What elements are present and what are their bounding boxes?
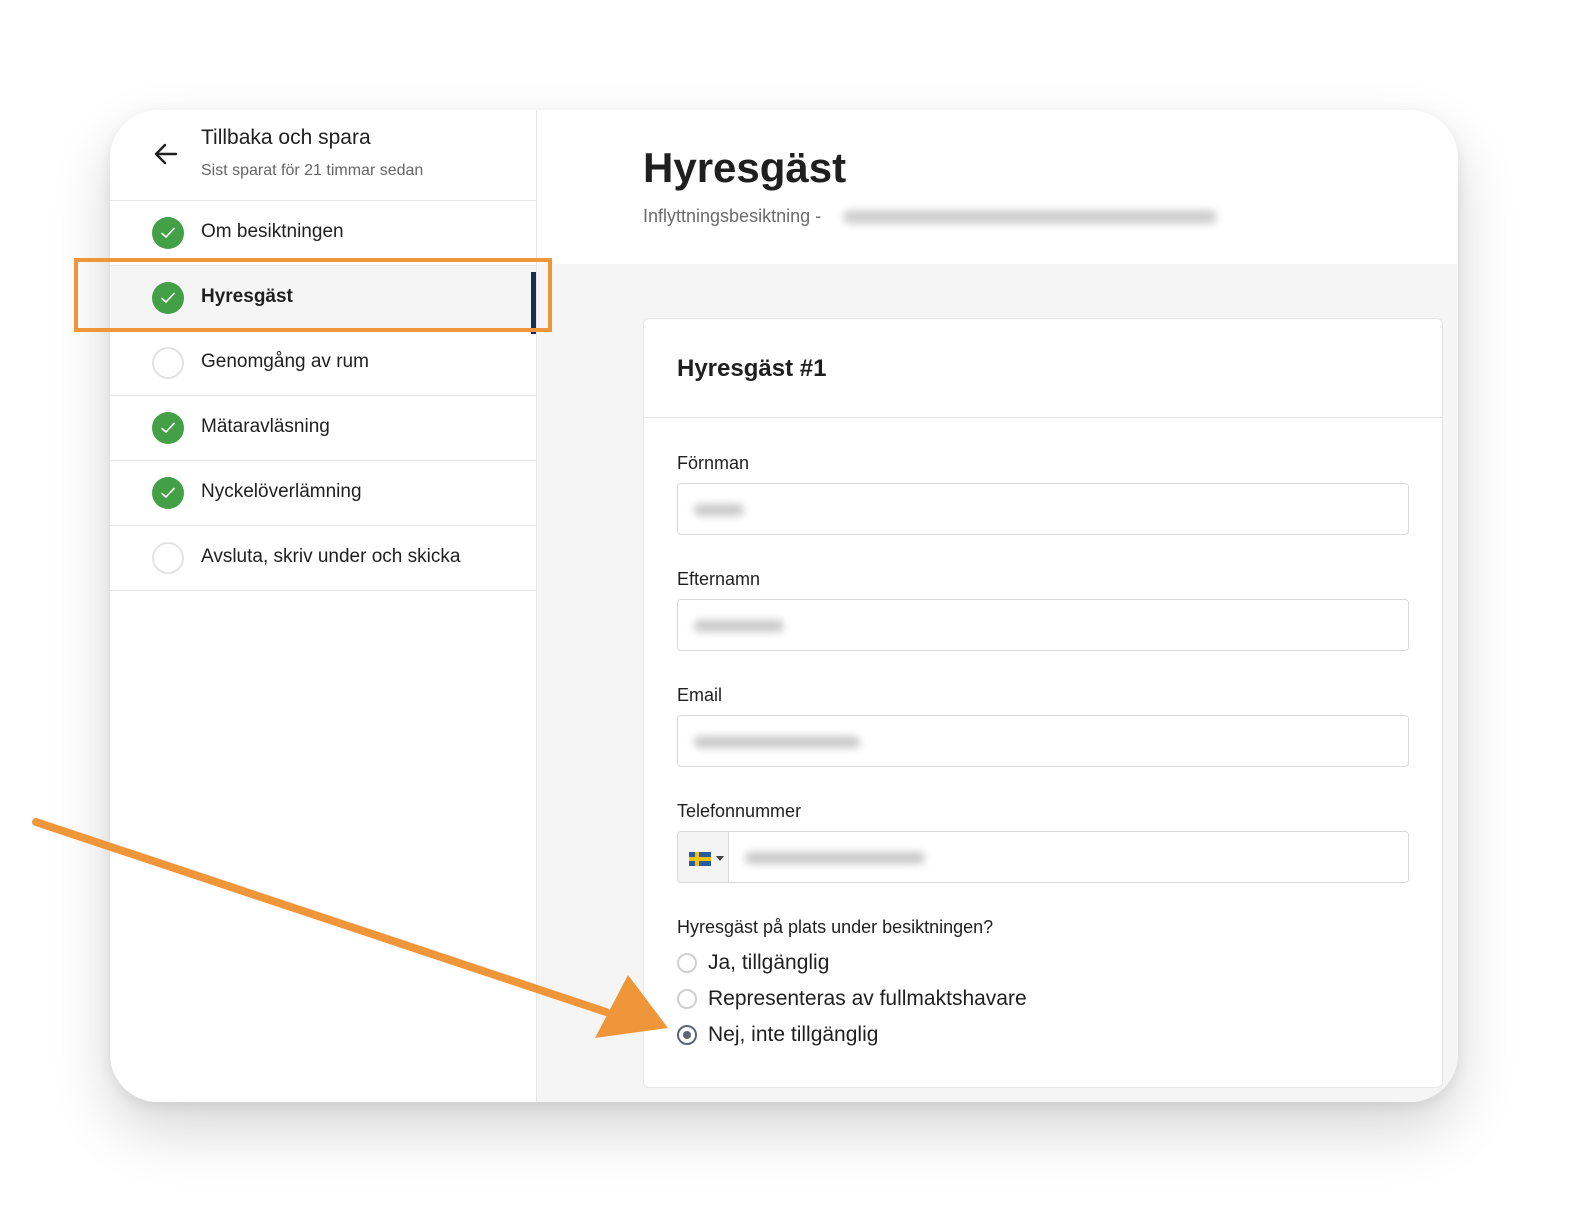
- page-title: Hyresgäst: [643, 144, 847, 191]
- back-and-save-header[interactable]: Tillbaka och spara Sist sparat för 21 ti…: [110, 110, 536, 201]
- redacted-address: [843, 210, 1217, 224]
- first-name-input[interactable]: [677, 483, 1409, 535]
- country-code-select[interactable]: [677, 831, 729, 883]
- radio-label: Representeras av fullmaktshavare: [708, 987, 1027, 1010]
- back-title[interactable]: Tillbaka och spara: [201, 126, 371, 150]
- radio-button[interactable]: [677, 989, 697, 1009]
- step-item-om-besiktningen[interactable]: Om besiktningen: [110, 201, 536, 266]
- step-label: Hyresgäst: [201, 286, 293, 307]
- caret-down-icon: [716, 856, 724, 861]
- step-label: Om besiktningen: [201, 221, 344, 242]
- radio-button-selected[interactable]: [677, 1025, 697, 1045]
- check-circle-icon: [152, 477, 184, 509]
- step-label: Mätaravläsning: [201, 416, 330, 437]
- step-item-avsluta[interactable]: Avsluta, skriv under och skicka: [110, 526, 536, 591]
- empty-circle-icon: [152, 347, 184, 379]
- tenant-card: Hyresgäst #1 Förnman Efternamn Email Tel…: [643, 318, 1443, 1088]
- empty-circle-icon: [152, 542, 184, 574]
- back-arrow-icon[interactable]: [152, 140, 180, 168]
- redacted-value: [694, 736, 860, 748]
- check-circle-icon: [152, 412, 184, 444]
- sidebar: Tillbaka och spara Sist sparat för 21 ti…: [110, 110, 537, 1102]
- last-saved-text: Sist sparat för 21 timmar sedan: [201, 162, 424, 179]
- radio-option-representeras[interactable]: Representeras av fullmaktshavare: [677, 984, 1027, 1014]
- phone-field: [677, 831, 1409, 883]
- step-item-nyckeloverlamning[interactable]: Nyckelöverlämning: [110, 461, 536, 526]
- card-title: Hyresgäst #1: [677, 355, 827, 382]
- page-subtitle: Inflyttningsbesiktning -: [643, 206, 822, 226]
- step-label: Avsluta, skriv under och skicka: [201, 546, 461, 567]
- step-label: Genomgång av rum: [201, 351, 369, 372]
- last-name-label: Efternamn: [677, 569, 761, 589]
- radio-label: Ja, tillgänglig: [708, 951, 830, 974]
- sweden-flag-icon: [689, 852, 711, 866]
- app-window: Tillbaka och spara Sist sparat för 21 ti…: [110, 110, 1458, 1102]
- check-circle-icon: [152, 282, 184, 314]
- phone-label: Telefonnummer: [677, 801, 802, 821]
- radio-label: Nej, inte tillgänglig: [708, 1023, 879, 1046]
- check-circle-icon: [152, 217, 184, 249]
- radio-option-ja-tillganglig[interactable]: Ja, tillgänglig: [677, 948, 829, 978]
- email-label: Email: [677, 685, 723, 705]
- step-item-hyresgast[interactable]: Hyresgäst: [110, 266, 536, 334]
- email-input[interactable]: [677, 715, 1409, 767]
- main-content: Hyresgäst Inflyttningsbesiktning - Hyres…: [537, 110, 1458, 1102]
- phone-input[interactable]: [728, 831, 1409, 883]
- step-item-genomgang-av-rum[interactable]: Genomgång av rum: [110, 331, 536, 396]
- redacted-value: [694, 620, 784, 632]
- attendance-question: Hyresgäst på plats under besiktningen?: [677, 917, 994, 937]
- card-header: Hyresgäst #1: [644, 319, 1442, 418]
- radio-option-nej-inte-tillganglig[interactable]: Nej, inte tillgänglig: [677, 1020, 878, 1050]
- radio-button[interactable]: [677, 953, 697, 973]
- redacted-value: [745, 852, 925, 864]
- redacted-value: [694, 504, 744, 516]
- step-list: Om besiktningen Hyresgäst Genomgång av r…: [110, 201, 536, 591]
- page-header: Hyresgäst Inflyttningsbesiktning -: [537, 110, 1458, 264]
- step-label: Nyckelöverlämning: [201, 481, 362, 502]
- last-name-input[interactable]: [677, 599, 1409, 651]
- first-name-label: Förnman: [677, 453, 750, 473]
- step-item-mataravlasning[interactable]: Mätaravläsning: [110, 396, 536, 461]
